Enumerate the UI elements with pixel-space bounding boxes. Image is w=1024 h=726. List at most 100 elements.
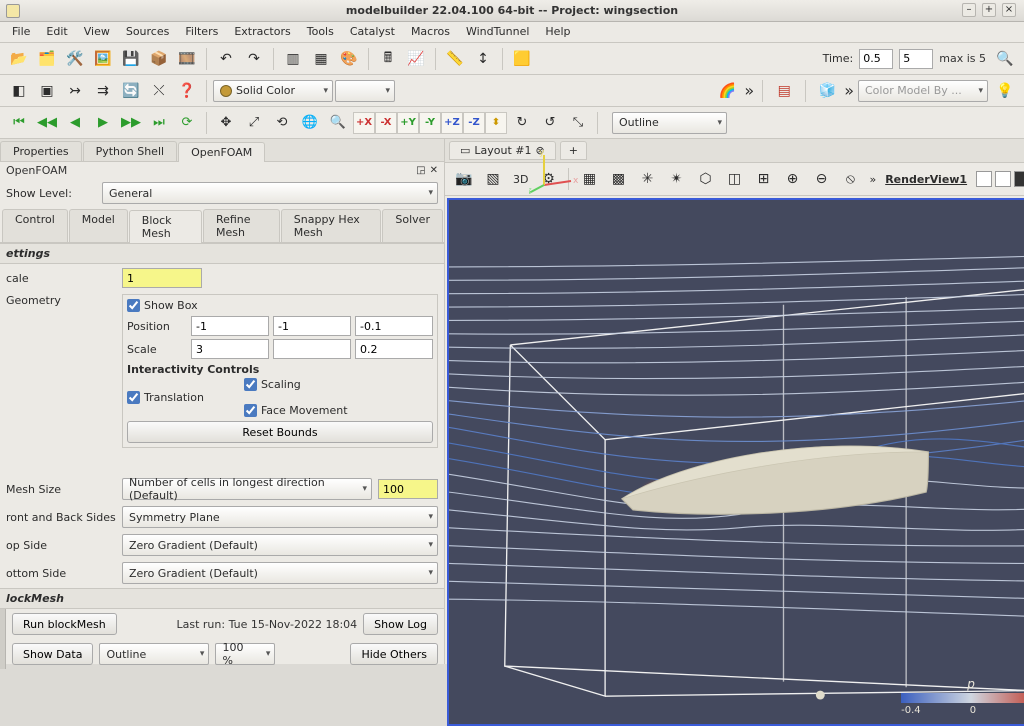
menu-windtunnel[interactable]: WindTunnel [458, 22, 537, 42]
axis-iso-icon[interactable]: ⬍ [485, 112, 507, 134]
show-data-button[interactable]: Show Data [12, 643, 93, 665]
render-view[interactable]: x y z p -0.4 0 0.9 [447, 198, 1024, 726]
axis-minus-y-icon[interactable]: -Y [419, 112, 441, 134]
menu-macros[interactable]: Macros [403, 22, 458, 42]
view-snap-icon[interactable]: ▧ [480, 166, 506, 192]
highlight-icon[interactable]: 🟨 [509, 46, 535, 72]
pipeline-hide-icon[interactable]: ◧ [6, 78, 32, 104]
color-map-editor-icon[interactable]: ▤ [771, 78, 797, 104]
menu-tools[interactable]: Tools [299, 22, 342, 42]
zoom-to-data-icon[interactable]: ⤡ [565, 110, 591, 136]
face-movement-checkbox[interactable]: Face Movement [244, 404, 348, 417]
color-palette-icon[interactable]: 🎨 [336, 46, 362, 72]
rotate-90-ccw-icon[interactable]: ↺ [537, 110, 563, 136]
top-side-combo[interactable]: Zero Gradient (Default) [122, 534, 438, 556]
representation-combo[interactable]: Outline [612, 112, 727, 134]
run-blockmesh-button[interactable]: Run blockMesh [12, 613, 117, 635]
pane-popout-icon[interactable]: ◲ [416, 165, 425, 176]
extract-icon[interactable]: 📦 [146, 46, 172, 72]
component-combo[interactable] [335, 80, 395, 102]
expand2-icon[interactable]: » [844, 81, 854, 100]
axis-plus-z-icon[interactable]: +Z [441, 112, 463, 134]
vcr-first-icon[interactable]: ⏮ [6, 110, 32, 136]
show-log-button[interactable]: Show Log [363, 613, 438, 635]
subtab-solver[interactable]: Solver [382, 209, 443, 242]
scale-input[interactable] [122, 268, 202, 288]
query-icon[interactable]: ❓ [174, 78, 200, 104]
expand-icon[interactable]: » [744, 81, 754, 100]
menu-filters[interactable]: Filters [177, 22, 226, 42]
percent-spinner[interactable]: 100 % [215, 643, 275, 665]
position-z-input[interactable] [355, 316, 433, 336]
pipeline-show-icon[interactable]: ▣ [34, 78, 60, 104]
rotate-90-cw-icon[interactable]: ↻ [509, 110, 535, 136]
position-x-input[interactable] [191, 316, 269, 336]
vcr-stepback-icon[interactable]: ◀ [62, 110, 88, 136]
menu-sources[interactable]: Sources [118, 22, 178, 42]
menu-file[interactable]: File [4, 22, 38, 42]
scaling-checkbox[interactable]: Scaling [244, 378, 348, 391]
selection-globe-icon[interactable]: 🌐 [297, 110, 323, 136]
window-maximize-button[interactable]: + [982, 3, 996, 17]
menu-help[interactable]: Help [537, 22, 578, 42]
delete-icon[interactable]: ⤬ [146, 78, 172, 104]
show-level-combo[interactable]: General [102, 182, 438, 204]
window-close-button[interactable]: × [1002, 3, 1016, 17]
tab-openfoam[interactable]: OpenFOAM [178, 142, 265, 162]
open-folder-icon[interactable]: 🗂️ [34, 46, 60, 72]
calculator-icon[interactable]: 🖩 [375, 46, 401, 72]
mesh-size-value-input[interactable] [378, 479, 438, 499]
ruler-small-icon[interactable]: ↕ [470, 46, 496, 72]
probe-icon[interactable]: 📈 [403, 46, 429, 72]
view-sel-camera-icon[interactable]: 📷 [451, 166, 477, 192]
save-data-icon[interactable]: 💾 [118, 46, 144, 72]
apply-downstream-icon[interactable]: ↣ [62, 78, 88, 104]
axis-plus-y-icon[interactable]: +Y [397, 112, 419, 134]
show-data-combo[interactable]: Outline [99, 643, 209, 665]
scale-y-input[interactable] [273, 339, 351, 359]
tab-properties[interactable]: Properties [0, 141, 82, 161]
save-screenshot-icon[interactable]: 🖼️ [90, 46, 116, 72]
light-bulb-icon[interactable]: 💡 [992, 78, 1018, 104]
window-minimize-button[interactable]: – [962, 3, 976, 17]
subtab-snappy-hex[interactable]: Snappy Hex Mesh [281, 209, 382, 242]
menu-extractors[interactable]: Extractors [226, 22, 298, 42]
reload-icon[interactable]: 🔄 [118, 78, 144, 104]
selection-zoom-icon[interactable]: ⤢ [241, 110, 267, 136]
subtab-refine-mesh[interactable]: Refine Mesh [203, 209, 280, 242]
connect-icon[interactable]: ▥ [280, 46, 306, 72]
translation-checkbox[interactable]: Translation [127, 378, 204, 417]
ruler-icon[interactable]: 📏 [442, 46, 468, 72]
disconnect-icon[interactable]: ▦ [308, 46, 334, 72]
subtab-control[interactable]: Control [2, 209, 68, 242]
selection-clear-icon[interactable]: ⟲ [269, 110, 295, 136]
surface-lookup-icon[interactable]: 🌈 [714, 78, 740, 104]
front-back-combo[interactable]: Symmetry Plane [122, 506, 438, 528]
vcr-last-icon[interactable]: ⏭ [146, 110, 172, 136]
time-frame-input[interactable] [899, 49, 933, 69]
menu-view[interactable]: View [76, 22, 118, 42]
bottom-side-combo[interactable]: Zero Gradient (Default) [122, 562, 438, 584]
scale-x-input[interactable] [191, 339, 269, 359]
undo-icon[interactable]: ↶ [213, 46, 239, 72]
save-animation-icon[interactable]: 🎞️ [174, 46, 200, 72]
menu-catalyst[interactable]: Catalyst [342, 22, 403, 42]
tab-python-shell[interactable]: Python Shell [83, 141, 177, 161]
time-value-input[interactable] [859, 49, 893, 69]
reset-bounds-button[interactable]: Reset Bounds [127, 421, 433, 443]
open-settings-icon[interactable]: 🛠️ [62, 46, 88, 72]
axis-minus-x-icon[interactable]: -X [375, 112, 397, 134]
position-y-input[interactable] [273, 316, 351, 336]
vcr-play-icon[interactable]: ▶ [90, 110, 116, 136]
mesh-size-method-combo[interactable]: Number of cells in longest direction (De… [122, 478, 372, 500]
axis-plus-x-icon[interactable]: +X [353, 112, 375, 134]
reset-camera-icon[interactable]: 🔍 [325, 110, 351, 136]
selection-interact-icon[interactable]: ✥ [213, 110, 239, 136]
hide-others-button[interactable]: Hide Others [350, 643, 438, 665]
time-snap-icon[interactable]: 🔍 [992, 46, 1018, 72]
show-box-checkbox[interactable]: Show Box [127, 299, 433, 312]
subtab-block-mesh[interactable]: Block Mesh [129, 210, 202, 243]
pane-close-icon[interactable]: ✕ [430, 165, 438, 176]
redo-icon[interactable]: ↷ [241, 46, 267, 72]
reset-downstream-icon[interactable]: ⇉ [90, 78, 116, 104]
